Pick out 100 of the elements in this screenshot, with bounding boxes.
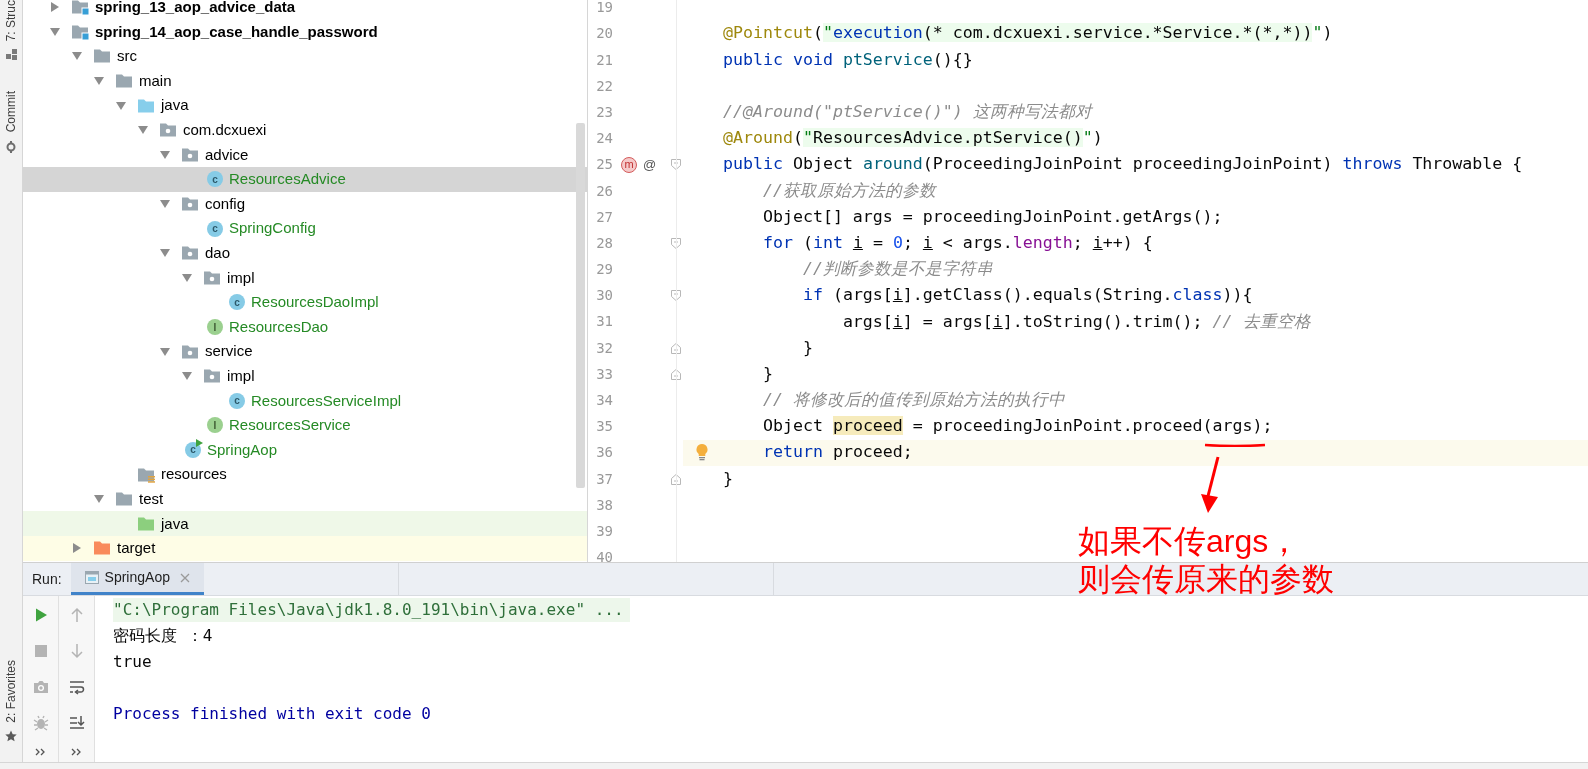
tree-item[interactable]: main [23,68,587,94]
runnable-class-icon: c [185,442,201,458]
tree-item[interactable]: c ResourcesServiceImpl [23,388,587,414]
tree-item[interactable]: dao [23,240,587,266]
package-icon [181,195,199,214]
code-line: //获取原始方法的参数 [761,179,936,202]
code-line: public Object around(ProceedingJoinPoint proceedingJoinPoint) throws Throwable { [723,153,1523,176]
expanded-arrow-icon[interactable] [49,25,61,38]
tree-item[interactable]: c ResourcesDaoImpl [23,290,587,315]
tree-item[interactable]: I ResourcesDao [23,314,587,340]
run-tab[interactable]: SpringAop [70,563,204,595]
code-line: } [761,362,773,385]
tool-window-tab[interactable]: 2: Favorites [4,660,18,723]
collapsed-arrow-icon[interactable] [49,1,61,14]
line-number: 36 [595,443,613,463]
annotation-marker[interactable]: @ [643,155,657,175]
folder-icon [115,490,133,509]
line-number: 21 [595,50,613,70]
code-line: for (int i = 0; i < args.length; i++) { [761,231,1153,254]
tree-item[interactable]: c ResourcesAdvice [23,167,587,192]
folder-icon [93,47,111,66]
line-number: 30 [595,286,613,306]
code-line: @Around("ResourcesAdvice.ptService()") [723,127,1103,150]
code-line: Object[] args = proceedingJoinPoint.getArgs(); [761,205,1223,228]
tree-item[interactable]: com.dcxuexi [23,117,587,143]
code-line: // 将修改后的值传到原始方法的执行中 [761,389,1065,412]
package-icon [181,244,199,263]
override-method-marker[interactable]: m [621,156,637,173]
console-window-icon [84,571,99,584]
line-number: 28 [595,233,613,253]
callout-text: 如果不传args， 则会传原来的参数 [1078,522,1334,598]
interface-icon: I [207,417,223,434]
commit-icon[interactable] [5,140,17,153]
run-label: Run: [32,569,62,589]
code-line: } [801,336,813,359]
folder-icon [93,539,111,558]
interface-icon: I [207,319,223,335]
line-number: 34 [595,391,613,410]
tree-item[interactable]: src [23,44,587,69]
soft-wrap-icon[interactable] [68,679,85,695]
line-number: 35 [595,417,613,437]
tree-item[interactable]: test [23,486,587,512]
tool-window-tab[interactable]: 7: Struc [4,0,18,42]
line-number: 37 [595,469,613,489]
tool-window-tab[interactable]: Commit [4,91,18,133]
structure-icon[interactable] [5,49,17,62]
star-icon[interactable] [5,730,17,742]
collapsed-arrow-icon[interactable] [71,542,83,555]
lightbulb-icon[interactable] [695,442,709,461]
line-number: 22 [595,76,613,96]
tree-item[interactable]: advice [23,142,587,168]
tree-item[interactable]: resources [23,462,587,487]
expanded-arrow-icon[interactable] [181,271,193,284]
folder-icon [115,72,133,91]
code-line: public void ptService(){} [723,48,973,71]
callout-arrow [1198,456,1222,514]
tree-item[interactable]: c SpringAop [23,437,587,463]
tree-item[interactable]: I ResourcesService [23,413,587,438]
class-icon: c [207,220,223,237]
scrollbar-thumb[interactable] [576,123,585,488]
line-number: 38 [595,495,613,515]
tree-item[interactable]: impl [23,265,587,291]
tree-item[interactable]: java [23,93,587,118]
close-icon[interactable] [179,572,190,583]
tree-item[interactable]: service [23,339,587,364]
code-line: return proceed; [761,441,913,464]
tree-item[interactable]: config [23,191,587,217]
code-line: //@Around("ptService()") 这两种写法都对 [723,101,1092,123]
expanded-arrow-icon[interactable] [159,345,171,358]
line-number: 32 [595,338,613,358]
class-icon: c [207,171,223,188]
scroll-to-end-icon[interactable] [68,715,85,731]
code-line: Object proceed = proceedingJoinPoint.proceed(args); [761,415,1273,438]
tree-item[interactable]: target [23,536,587,561]
console-line: 密码长度 ：4 [113,625,213,647]
tree-item[interactable]: c SpringConfig [23,216,587,241]
line-number: 19 [595,0,613,18]
expanded-arrow-icon[interactable] [115,99,127,112]
package-icon [203,367,221,386]
line-number: 27 [595,207,613,227]
console-line: Process finished with exit code 0 [113,703,431,725]
class-icon: c [229,294,245,311]
code-line: args[i] = args[i].toString().trim(); // 去重空格 [841,310,1311,333]
line-number: 24 [595,129,613,149]
tree-item[interactable]: spring_14_aop_case_handle_password [23,19,587,45]
console-line: true [113,651,152,673]
line-number: 31 [595,312,613,332]
line-number: 40 [595,548,613,562]
tree-item[interactable]: spring_13_aop_advice_data [23,0,587,20]
line-number: 29 [595,260,613,280]
tree-item[interactable]: impl [23,363,587,389]
package-icon [159,121,177,140]
line-number: 23 [595,102,613,122]
expanded-arrow-icon[interactable] [159,148,171,161]
class-icon: c [229,392,245,409]
line-number: 25 [595,155,613,175]
tree-item[interactable]: java [23,511,587,537]
code-line: //判断参数是不是字符串 [801,258,993,281]
run-marker-icon [196,439,203,447]
line-number: 20 [595,24,613,44]
